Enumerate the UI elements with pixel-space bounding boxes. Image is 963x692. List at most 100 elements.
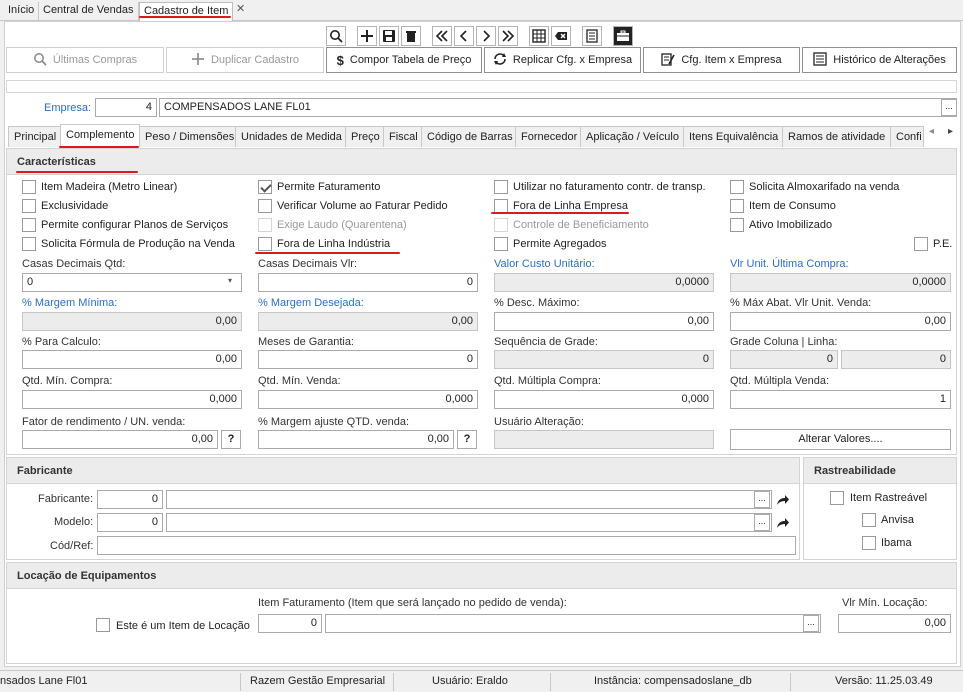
verificar-volume-checkbox[interactable]: [258, 199, 272, 213]
last-icon[interactable]: [498, 26, 518, 46]
tab-ramos-atividade[interactable]: Ramos de atividade: [782, 126, 892, 147]
tab-codigo-barras[interactable]: Código de Barras: [421, 126, 519, 147]
grid-icon[interactable]: [529, 26, 549, 46]
empresa-lookup-button[interactable]: ...: [941, 99, 957, 116]
grade-linha-field: 0: [841, 350, 951, 369]
permite-agregados-label: Permite Agregados: [513, 238, 607, 250]
tab-central-vendas[interactable]: Central de Vendas: [39, 2, 139, 21]
formula-producao-checkbox[interactable]: [22, 237, 36, 251]
fora-linha-empresa-checkbox[interactable]: [494, 199, 508, 213]
close-tab-icon[interactable]: ✕: [236, 2, 245, 15]
fabricante-goto-icon[interactable]: [774, 491, 792, 508]
valor-custo-field: 0,0000: [494, 273, 714, 292]
fabricante-lookup-button[interactable]: ...: [754, 491, 770, 508]
qtd-mult-venda-input[interactable]: 1: [730, 390, 951, 409]
tab-inicio[interactable]: Início: [4, 2, 40, 21]
tab-cadastro-item[interactable]: Cadastro de Item: [139, 2, 234, 21]
margem-ajuste-help-button[interactable]: ?: [457, 430, 477, 449]
permite-agregados-checkbox[interactable]: [494, 237, 508, 251]
ibama-checkbox[interactable]: [862, 536, 876, 550]
tabs-scroll-left-icon[interactable]: ◂: [929, 126, 934, 137]
item-faturamento-code-input[interactable]: 0: [258, 614, 322, 633]
locacao-title: Locação de Equipamentos: [7, 563, 956, 589]
tab-configuracoes[interactable]: Confi: [890, 126, 924, 147]
modelo-name-field[interactable]: [166, 513, 772, 532]
grade-col-label: Grade Coluna | Linha:: [730, 336, 838, 348]
tab-aplicacao-veiculo[interactable]: Aplicação / Veículo: [580, 126, 685, 147]
tab-itens-equivalencia[interactable]: Itens Equivalência: [683, 126, 785, 147]
fabricante-code-input[interactable]: 0: [97, 490, 163, 509]
add-icon[interactable]: [357, 26, 377, 46]
fora-linha-industria-checkbox[interactable]: [258, 237, 272, 251]
historico-button[interactable]: Histórico de Alterações: [802, 47, 957, 73]
item-consumo-checkbox[interactable]: [730, 199, 744, 213]
tab-complemento[interactable]: Complemento: [60, 124, 141, 147]
item-rastreavel-checkbox[interactable]: [830, 491, 844, 505]
ativo-imobilizado-checkbox[interactable]: [730, 218, 744, 232]
save-icon[interactable]: [379, 26, 399, 46]
toolbox-icon[interactable]: [613, 26, 633, 46]
tab-preco[interactable]: Preço: [345, 126, 386, 147]
dropdown-arrow-icon[interactable]: ▾: [228, 276, 232, 285]
tab-fiscal[interactable]: Fiscal: [383, 126, 424, 147]
contr-transp-checkbox[interactable]: [494, 180, 508, 194]
modelo-code-input[interactable]: 0: [97, 513, 163, 532]
meses-garantia-input[interactable]: 0: [258, 350, 478, 369]
item-madeira-checkbox[interactable]: [22, 180, 36, 194]
anvisa-checkbox[interactable]: [862, 513, 876, 527]
pe-checkbox[interactable]: [914, 237, 928, 251]
fator-rend-help-button[interactable]: ?: [221, 430, 241, 449]
cfg-item-empresa-button[interactable]: Cfg. Item x Empresa: [643, 47, 800, 73]
item-faturamento-name-field[interactable]: [325, 614, 821, 633]
desc-max-input[interactable]: 0,00: [494, 312, 714, 331]
solicita-almoxarifado-label: Solicita Almoxarifado na venda: [749, 181, 900, 193]
delete-icon[interactable]: [401, 26, 421, 46]
permite-faturamento-checkbox[interactable]: [258, 180, 272, 194]
planos-servicos-checkbox[interactable]: [22, 218, 36, 232]
item-faturamento-lookup-button[interactable]: ...: [803, 615, 819, 632]
item-locacao-checkbox[interactable]: [96, 618, 110, 632]
item-locacao-label: Este é um Item de Locação: [116, 620, 250, 632]
duplicar-cadastro-button[interactable]: Duplicar Cadastro: [166, 47, 324, 73]
replicar-cfg-button[interactable]: Replicar Cfg. x Empresa: [484, 47, 641, 73]
tab-fornecedor[interactable]: Fornecedor: [515, 126, 584, 147]
clear-icon[interactable]: [551, 26, 571, 46]
qtd-mult-compra-input[interactable]: 0,000: [494, 390, 714, 409]
compor-tabela-button[interactable]: $ Compor Tabela de Preço: [326, 47, 482, 73]
solicita-almoxarifado-checkbox[interactable]: [730, 180, 744, 194]
exige-laudo-checkbox[interactable]: [258, 218, 272, 232]
report-icon[interactable]: [582, 26, 602, 46]
first-icon[interactable]: [432, 26, 452, 46]
tab-peso-dimensoes[interactable]: Peso / Dimensões: [139, 126, 241, 147]
empresa-code-input[interactable]: 4: [95, 98, 157, 117]
status-separator: [240, 673, 241, 691]
ultimas-compras-button[interactable]: Últimas Compras: [6, 47, 164, 73]
modelo-lookup-button[interactable]: ...: [754, 514, 770, 531]
qtd-min-compra-input[interactable]: 0,000: [22, 390, 242, 409]
casas-dec-qtd-select[interactable]: 0: [22, 273, 242, 292]
margem-ajuste-input[interactable]: 0,00: [258, 430, 454, 449]
tabs-scroll-right-icon[interactable]: ▸: [948, 126, 953, 137]
next-icon[interactable]: [476, 26, 496, 46]
fabricante-name-field[interactable]: [166, 490, 772, 509]
prev-icon[interactable]: [454, 26, 474, 46]
casas-dec-qtd-label: Casas Decimais Qtd:: [22, 258, 126, 270]
para-calculo-input[interactable]: 0,00: [22, 350, 242, 369]
modelo-goto-icon[interactable]: [774, 514, 792, 531]
rastreabilidade-title: Rastreabilidade: [804, 458, 956, 484]
search-icon[interactable]: [326, 26, 346, 46]
max-abat-input[interactable]: 0,00: [730, 312, 951, 331]
tab-principal[interactable]: Principal: [8, 126, 63, 147]
caracteristicas-title: Características: [7, 149, 956, 175]
status-separator: [790, 673, 791, 691]
vlr-min-locacao-input[interactable]: 0,00: [838, 614, 951, 633]
exclusividade-checkbox[interactable]: [22, 199, 36, 213]
casas-dec-vlr-input[interactable]: 0: [258, 273, 478, 292]
alterar-valores-button[interactable]: Alterar Valores....: [730, 429, 951, 450]
empresa-name-field[interactable]: COMPENSADOS LANE FL01: [159, 98, 957, 117]
qtd-min-venda-input[interactable]: 0,000: [258, 390, 478, 409]
codref-input[interactable]: [97, 536, 796, 555]
tab-unidades-medida[interactable]: Unidades de Medida: [235, 126, 348, 147]
fator-rend-input[interactable]: 0,00: [22, 430, 218, 449]
controle-beneficiamento-checkbox[interactable]: [494, 218, 508, 232]
